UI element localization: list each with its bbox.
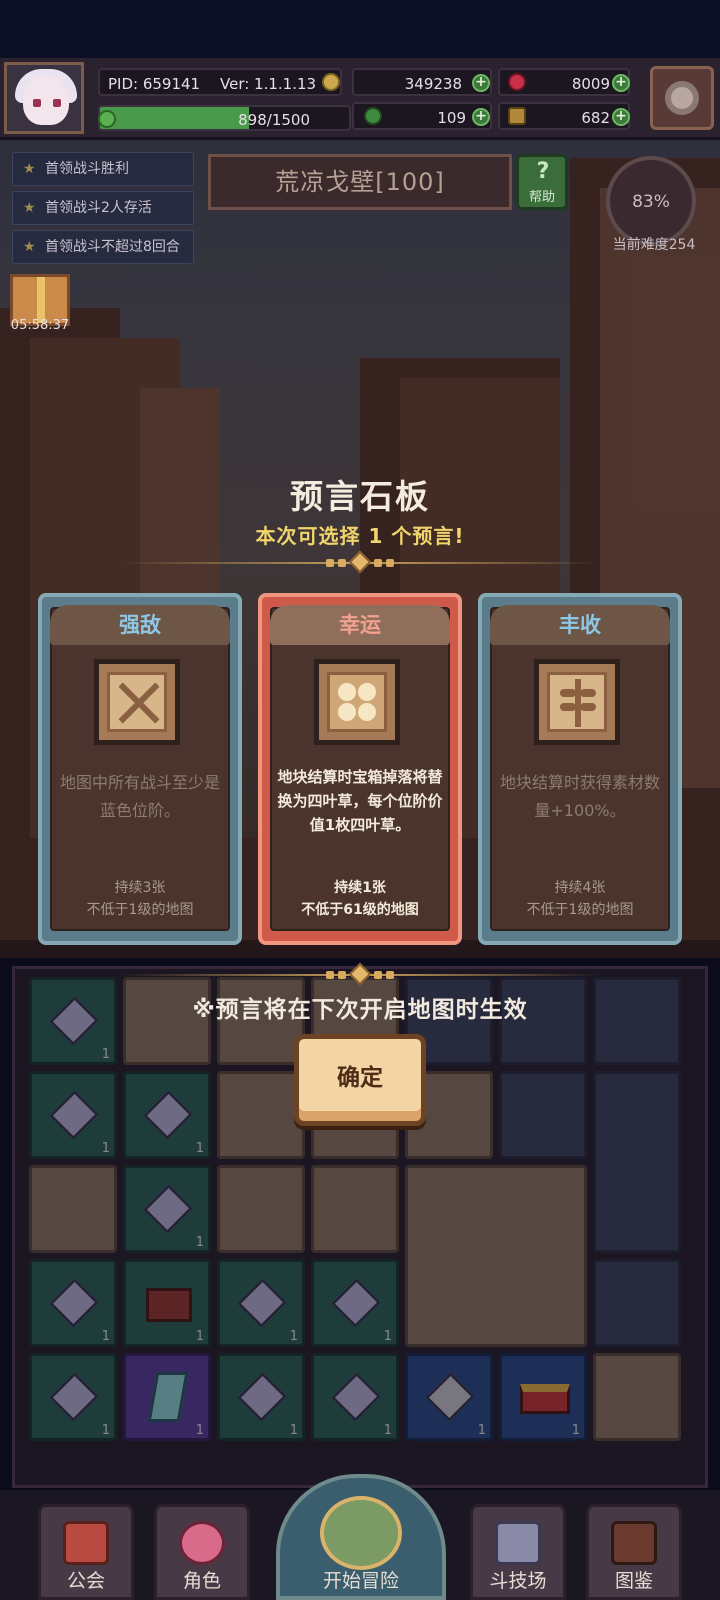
red-gem-icon [508,73,526,91]
card-duration: 持续3张 [114,880,166,896]
crossed-swords-icon [495,1521,541,1565]
prophecy-card-harvest[interactable]: 丰收 地块结算时获得素材数量+100%。 持续4张 不低于1级的地图 [478,593,682,945]
modal-subtitle: 本次可选择 1 个预言! [255,524,465,548]
gold-coin-icon [322,73,340,91]
card-title: 丰收 [490,605,670,645]
gem-amount: 8009 [571,75,610,93]
nav-character-label: 角色 [182,1570,221,1592]
card-description: 地块结算时获得素材数量+100%。 [499,773,660,820]
card-requirement: 不低于1级的地图 [86,902,194,918]
material-amount: 682 [581,109,610,127]
game-version: Ver: 1.1.1.13 [220,75,317,93]
star-icon: ★ [23,200,36,216]
guild-hall-icon [63,1521,109,1565]
prophecy-card-strong-enemy[interactable]: 强敌 地图中所有战斗至少是蓝色位阶。 持续3张 不低于1级的地图 [38,593,242,945]
xp-text: 898/1500 [238,111,310,129]
player-id: PID: 659141 [108,75,201,93]
difficulty-label: 当前难度254 [612,237,696,253]
crossed-swords-icon [94,659,180,745]
effect-note: ※预言将在下次开启地图时生效 [192,997,528,1023]
modal-title: 预言石板 [290,477,430,516]
nav-guild-label: 公会 [66,1570,105,1592]
nav-adventure-label: 开始冒险 [322,1570,399,1592]
gear-icon [665,81,699,115]
prophecy-card-lucky[interactable]: 幸运 地块结算时宝箱掉落将替换为四叶草，每个位阶价值1枚四叶草。 持续1张 不低… [258,593,462,945]
magnifier-globe-icon [320,1496,402,1570]
clover-xp-icon [98,110,116,128]
four-leaf-clover-icon [364,107,382,125]
add-material-icon[interactable]: + [612,108,630,126]
quest-item: ★ 首领战斗胜利 [12,152,194,186]
confirm-button[interactable]: 确定 [294,1034,426,1126]
card-title: 幸运 [270,605,450,645]
material-icon [508,107,526,125]
card-requirement: 不低于1级的地图 [526,902,634,918]
gold-amount: 349238 [404,75,462,93]
help-button[interactable]: ? 帮助 [516,154,568,210]
ornament-icon [316,550,404,574]
add-gem-icon[interactable]: + [612,74,630,92]
harvest-wheat-icon [534,659,620,745]
modal-backdrop[interactable] [0,940,720,1500]
gift-timer: 05:58:37 [10,318,70,333]
nav-arena-label: 斗技场 [489,1570,547,1592]
player-avatar[interactable] [4,62,84,134]
quest-item: ★ 首领战斗2人存活 [12,191,194,225]
character-icon [179,1521,225,1565]
settings-button[interactable] [650,66,714,130]
star-icon: ★ [23,239,36,255]
card-description: 地块结算时宝箱掉落将替换为四叶草，每个位阶价值1枚四叶草。 [277,768,443,834]
four-leaf-clover-icon [314,659,400,745]
card-duration: 持续1张 [334,880,386,896]
help-label: 帮助 [528,190,555,205]
star-icon: ★ [23,161,36,177]
ornament-icon [316,962,404,986]
difficulty-gauge[interactable]: 83% [606,156,696,246]
card-duration: 持续4张 [554,880,606,896]
quest-item: ★ 首领战斗不超过8回合 [12,230,194,264]
card-title: 强敌 [50,605,230,645]
map-title: 荒凉戈壁[100] [208,154,512,210]
nav-codex-label: 图鉴 [614,1570,653,1592]
add-clover-icon[interactable]: + [472,108,490,126]
add-gold-icon[interactable]: + [472,74,490,92]
difficulty-percent: 83% [632,192,670,212]
card-requirement: 不低于61级的地图 [301,902,419,918]
question-icon: ? [536,159,550,184]
codex-book-icon [611,1521,657,1565]
card-description: 地图中所有战斗至少是蓝色位阶。 [59,773,220,820]
clover-amount: 109 [437,109,466,127]
